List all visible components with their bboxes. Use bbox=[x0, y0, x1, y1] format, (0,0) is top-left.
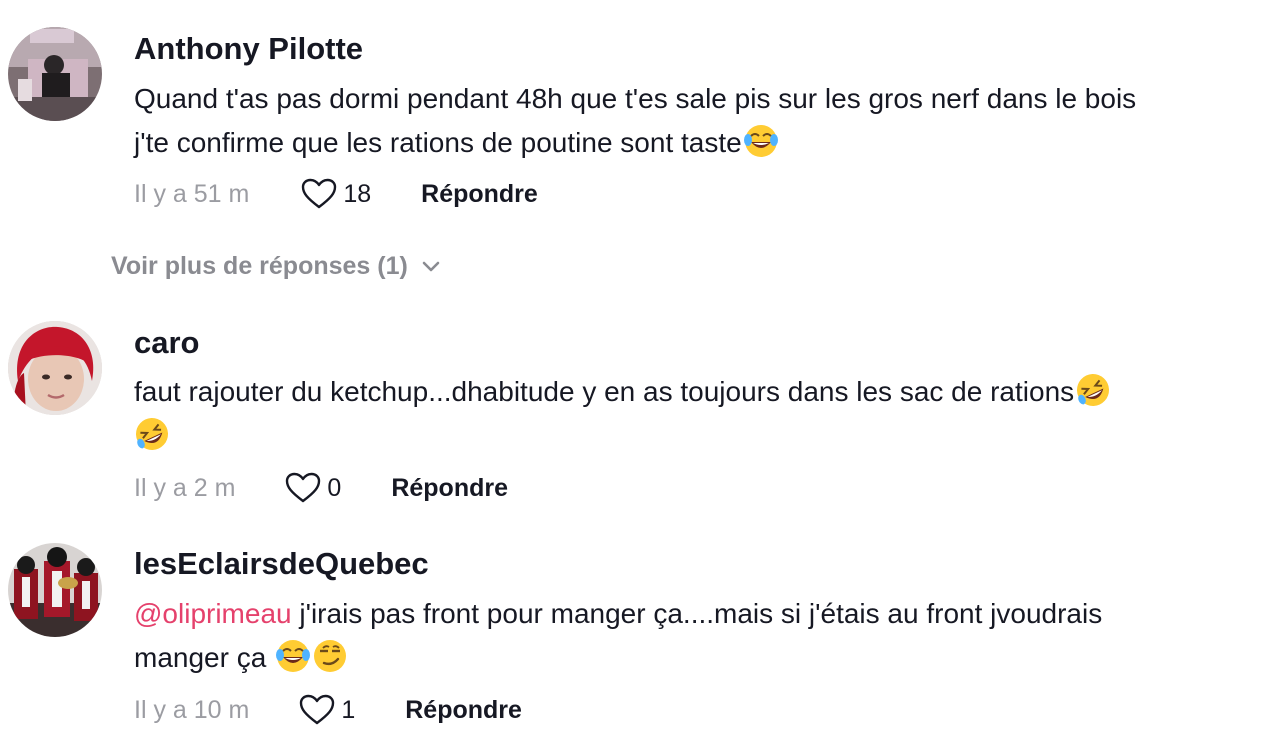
heart-outline-icon[interactable] bbox=[299, 694, 335, 726]
view-more-label[interactable]: Voir plus de réponses (1) bbox=[111, 252, 408, 281]
comment-meta: Il y a 51 m 18 Répondre bbox=[134, 178, 538, 210]
comment-username[interactable]: Anthony Pilotte bbox=[134, 31, 363, 67]
rofl-emoji bbox=[134, 416, 170, 452]
like-button[interactable]: 1 bbox=[299, 694, 355, 726]
joy-emoji bbox=[743, 123, 779, 159]
like-count: 18 bbox=[343, 179, 372, 208]
avatar[interactable] bbox=[8, 543, 102, 637]
mention-link[interactable]: @oliprimeau bbox=[134, 598, 292, 629]
rofl-emoji bbox=[1075, 372, 1111, 408]
comment-text: Quand t'as pas dormi pendant 48h que t'e… bbox=[134, 77, 1269, 165]
heart-outline-icon[interactable] bbox=[285, 472, 321, 504]
comment-meta: Il y a 10 m 1 Répondre bbox=[134, 694, 522, 726]
chevron-down-icon[interactable] bbox=[422, 261, 440, 273]
joy-emoji bbox=[275, 638, 311, 674]
like-count: 0 bbox=[327, 473, 342, 502]
comment-text-line: j'te confirme que les rations de poutine… bbox=[134, 127, 742, 158]
reply-button[interactable]: Répondre bbox=[421, 180, 538, 209]
like-count: 1 bbox=[341, 695, 356, 724]
comment-timestamp: Il y a 51 m bbox=[134, 179, 250, 208]
comment-text-line: j'irais pas front pour manger ça....mais… bbox=[291, 598, 1103, 629]
avatar[interactable] bbox=[8, 27, 102, 121]
smirk-emoji bbox=[312, 638, 348, 674]
comment-meta: Il y a 2 m 0 Répondre bbox=[134, 472, 508, 504]
comment-text-line: manger ça bbox=[134, 642, 275, 673]
comment-username[interactable]: lesEclairsdeQuebec bbox=[134, 546, 429, 582]
avatar[interactable] bbox=[8, 321, 102, 415]
reply-button[interactable]: Répondre bbox=[405, 696, 522, 725]
view-more-replies[interactable]: Voir plus de réponses (1) bbox=[111, 252, 440, 281]
comment-timestamp: Il y a 10 m bbox=[134, 695, 250, 724]
heart-outline-icon[interactable] bbox=[301, 178, 337, 210]
comment-text: @oliprimeau j'irais pas front pour mange… bbox=[134, 592, 1269, 680]
like-button[interactable]: 18 bbox=[301, 178, 371, 210]
comment-text-line: Quand t'as pas dormi pendant 48h que t'e… bbox=[134, 83, 1137, 114]
comment-text-line: faut rajouter du ketchup...dhabitude y e… bbox=[134, 376, 1075, 407]
reply-button[interactable]: Répondre bbox=[391, 474, 508, 503]
comment-timestamp: Il y a 2 m bbox=[134, 473, 236, 502]
comment-username[interactable]: caro bbox=[134, 325, 199, 361]
like-button[interactable]: 0 bbox=[285, 472, 341, 504]
comment-text: faut rajouter du ketchup...dhabitude y e… bbox=[134, 370, 1269, 458]
